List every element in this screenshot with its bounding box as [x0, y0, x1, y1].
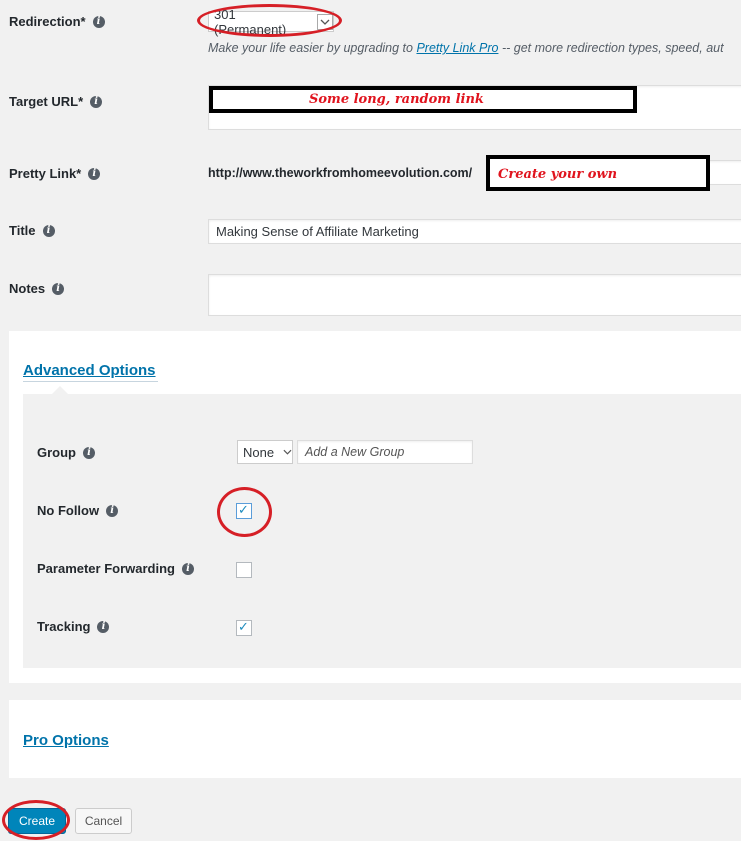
info-icon[interactable]: i: [90, 95, 103, 108]
redirection-label: Redirection* i: [9, 14, 105, 29]
pro-options-toggle[interactable]: Pro Options: [23, 732, 109, 749]
title-label: Title i: [9, 223, 55, 238]
parameter-forwarding-label: Parameter Forwarding i: [37, 561, 194, 576]
redirection-help-text: Make your life easier by upgrading to Pr…: [208, 41, 724, 55]
annotation-ellipse: [197, 4, 342, 37]
advanced-options-body: [23, 394, 741, 668]
annotation-ellipse: [217, 487, 272, 537]
chevron-down-icon: [283, 449, 292, 455]
pro-options-panel: [9, 700, 741, 778]
info-icon[interactable]: i: [83, 446, 95, 459]
target-url-label: Target URL* i: [9, 94, 103, 109]
info-icon[interactable]: i: [92, 15, 105, 28]
annotation-text: Create your own: [498, 167, 618, 182]
tracking-label: Tracking i: [37, 619, 110, 634]
cancel-button[interactable]: Cancel: [75, 808, 132, 834]
annotation-text: Some long, random link: [309, 92, 484, 107]
group-select-value: None: [243, 444, 275, 460]
cancel-button-label: Cancel: [84, 814, 123, 828]
pretty-link-base-url: http://www.theworkfromhomeevolution.com/: [208, 166, 473, 180]
group-select[interactable]: None: [237, 440, 293, 464]
info-icon[interactable]: i: [106, 504, 119, 517]
title-input[interactable]: Making Sense of Affiliate Marketing: [208, 219, 741, 244]
parameter-forwarding-checkbox[interactable]: [236, 562, 252, 578]
annotation-box: Create your own: [486, 155, 710, 191]
info-icon[interactable]: i: [88, 167, 101, 180]
notes-label: Notes i: [9, 281, 65, 296]
checkmark-icon: ✓: [238, 619, 249, 634]
advanced-options-toggle[interactable]: Advanced Options: [23, 362, 156, 379]
info-icon[interactable]: i: [42, 224, 55, 237]
panel-pointer: [52, 386, 68, 394]
heading-divider: [23, 381, 158, 382]
pretty-link-label: Pretty Link* i: [9, 166, 101, 181]
annotation-ellipse: [2, 800, 70, 840]
tracking-checkbox[interactable]: ✓: [236, 619, 252, 636]
annotation-box: Some long, random link: [209, 86, 637, 113]
title-input-value: Making Sense of Affiliate Marketing: [216, 224, 419, 239]
no-follow-label: No Follow i: [37, 503, 119, 518]
info-icon[interactable]: i: [52, 282, 65, 295]
info-icon[interactable]: i: [97, 620, 110, 633]
notes-textarea[interactable]: [208, 274, 741, 316]
pretty-link-pro-link[interactable]: Pretty Link Pro: [416, 41, 498, 55]
new-group-placeholder: Add a New Group: [305, 445, 405, 459]
group-label: Group i: [37, 445, 95, 460]
new-group-input[interactable]: Add a New Group: [297, 440, 473, 464]
info-icon[interactable]: i: [182, 562, 194, 575]
